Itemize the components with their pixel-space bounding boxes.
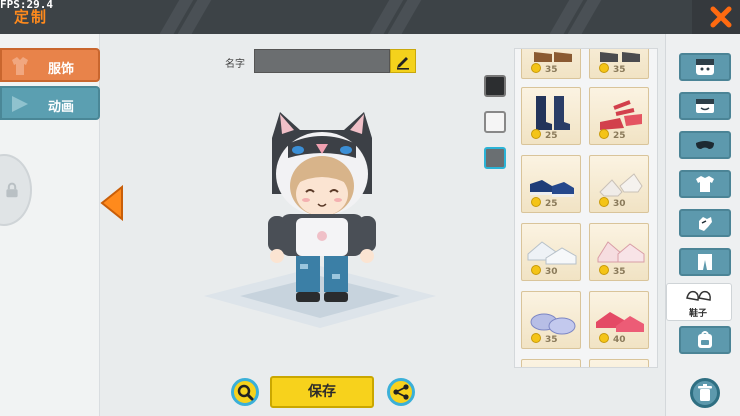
face-icon xyxy=(696,59,714,75)
coin-icon xyxy=(599,333,609,343)
search-icon xyxy=(237,384,254,401)
tab-animation-label: 动画 xyxy=(48,100,75,115)
item-price: 35 xyxy=(613,65,626,75)
hat-icon xyxy=(696,99,714,113)
category-hat[interactable] xyxy=(679,92,731,120)
item-card[interactable]: 30 xyxy=(589,155,649,213)
item-price: 40 xyxy=(613,335,626,345)
top-bar: 定制 FPS:29.4 xyxy=(0,0,740,34)
category-shoes[interactable]: 鞋子 xyxy=(666,283,732,321)
backpack-icon xyxy=(698,331,712,348)
shoes-icon xyxy=(686,290,711,301)
pencil-icon xyxy=(397,57,409,70)
coin-icon xyxy=(531,333,541,343)
lock-icon xyxy=(6,182,18,198)
category-shirt[interactable] xyxy=(679,170,731,198)
previous-arrow-icon[interactable] xyxy=(100,185,124,221)
pants-icon xyxy=(698,254,712,270)
item-card[interactable]: 35 xyxy=(521,291,581,349)
mask-icon xyxy=(696,141,714,149)
shirt-icon xyxy=(696,176,714,192)
animation-icon xyxy=(12,96,28,112)
save-button[interactable]: 保存 xyxy=(270,376,374,408)
category-pants[interactable] xyxy=(679,248,731,276)
color-swatch-black[interactable] xyxy=(484,75,506,97)
item-card[interactable] xyxy=(521,359,581,367)
coin-icon xyxy=(531,265,541,275)
item-price: 30 xyxy=(613,199,626,209)
item-price: 25 xyxy=(545,199,558,209)
color-swatch-white[interactable] xyxy=(484,111,506,133)
name-input[interactable] xyxy=(254,49,390,73)
item-card[interactable]: 25 xyxy=(521,155,581,213)
glove-icon xyxy=(699,217,712,231)
edit-name-button[interactable] xyxy=(390,49,416,73)
category-glove[interactable] xyxy=(679,209,731,237)
color-swatch-gray[interactable] xyxy=(484,147,506,169)
item-card[interactable]: 25 xyxy=(589,87,649,145)
coin-icon xyxy=(599,129,609,139)
tab-clothes-label: 服饰 xyxy=(48,62,75,77)
share-icon xyxy=(393,384,409,400)
coin-icon xyxy=(599,63,609,73)
tab-clothes[interactable]: 服饰 xyxy=(0,48,100,82)
coin-icon xyxy=(531,197,541,207)
clothes-icon xyxy=(12,57,28,75)
coin-icon xyxy=(599,197,609,207)
character-avatar[interactable] xyxy=(258,108,386,308)
item-card[interactable]: 40 xyxy=(589,291,649,349)
item-grid[interactable]: 35 35 25 25 25 30 30 35 35 40 xyxy=(514,48,658,368)
item-price: 35 xyxy=(613,267,626,277)
item-card[interactable]: 35 xyxy=(521,49,581,79)
category-face[interactable] xyxy=(679,53,731,81)
category-mask[interactable] xyxy=(679,131,731,159)
coin-icon xyxy=(531,129,541,139)
item-card[interactable]: 25 xyxy=(521,87,581,145)
item-price: 35 xyxy=(545,335,558,345)
item-card[interactable]: 35 xyxy=(589,49,649,79)
item-card[interactable] xyxy=(589,359,649,367)
item-price: 30 xyxy=(545,267,558,277)
category-backpack[interactable] xyxy=(679,326,731,354)
fps-counter: FPS:29.4 xyxy=(0,0,53,11)
share-button[interactable] xyxy=(387,378,415,406)
zoom-button[interactable] xyxy=(231,378,259,406)
tab-animation[interactable]: 动画 xyxy=(0,86,100,120)
delete-button[interactable] xyxy=(690,378,720,408)
close-icon[interactable] xyxy=(708,4,734,30)
item-price: 35 xyxy=(545,65,558,75)
item-card[interactable]: 35 xyxy=(589,223,649,281)
name-label: 名字 xyxy=(225,59,245,70)
lock-button[interactable] xyxy=(0,154,32,226)
coin-icon xyxy=(599,265,609,275)
item-price: 25 xyxy=(613,131,626,141)
item-price: 25 xyxy=(545,131,558,141)
coin-icon xyxy=(531,63,541,73)
trash-icon xyxy=(698,384,712,401)
item-card[interactable]: 30 xyxy=(521,223,581,281)
category-shoes-label: 鞋子 xyxy=(689,309,708,319)
